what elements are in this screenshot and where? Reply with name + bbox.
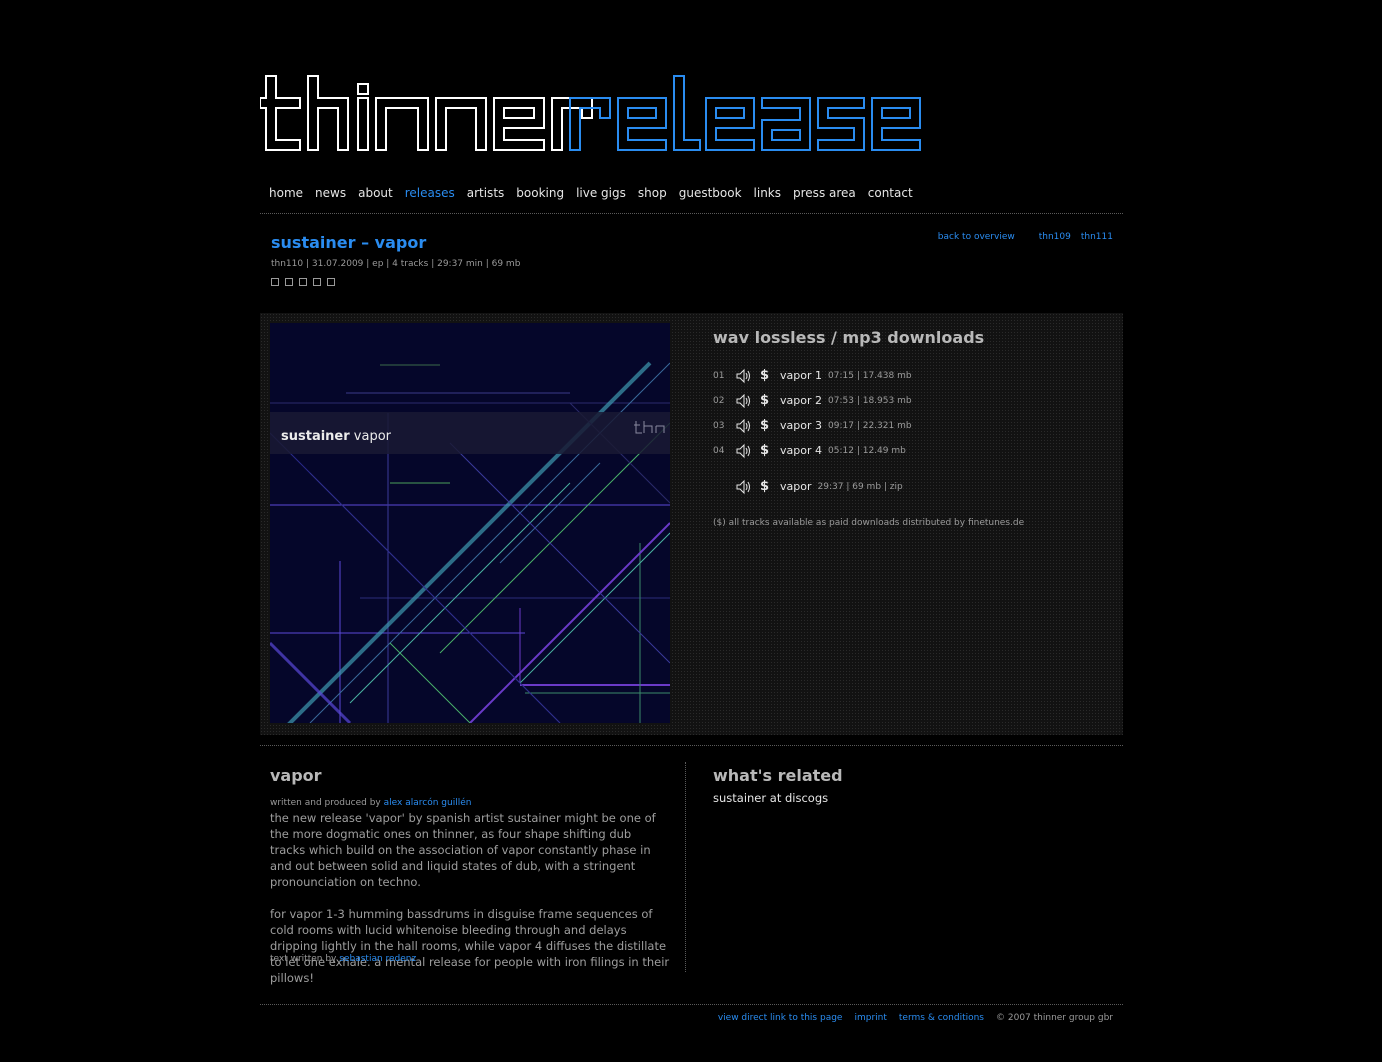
nav-links[interactable]: links bbox=[754, 186, 781, 200]
nav-shop[interactable]: shop bbox=[638, 186, 667, 200]
about-title: vapor bbox=[270, 766, 322, 785]
imprint-link[interactable]: imprint bbox=[854, 1013, 886, 1023]
author-link[interactable]: sebastian redenz bbox=[339, 954, 416, 964]
nav-news[interactable]: news bbox=[315, 186, 346, 200]
share-icon[interactable] bbox=[285, 278, 293, 286]
credit-prefix: written and produced by bbox=[270, 798, 381, 808]
cover-title: sustainer vapor bbox=[281, 429, 391, 444]
nav-home[interactable]: home bbox=[269, 186, 303, 200]
nav-contact[interactable]: contact bbox=[868, 186, 913, 200]
nav-booking[interactable]: booking bbox=[516, 186, 564, 200]
speaker-icon[interactable] bbox=[736, 443, 752, 458]
description-paragraph: the new release 'vapor' by spanish artis… bbox=[270, 811, 656, 889]
next-release-link[interactable]: thn111 bbox=[1081, 232, 1113, 242]
track-name[interactable]: vapor 4 bbox=[780, 444, 822, 457]
full-release-name[interactable]: vapor bbox=[780, 480, 812, 493]
track-row: 01 $ vapor 1 07:15 | 17.438 mb bbox=[713, 363, 912, 388]
track-row: 04 $ vapor 4 05:12 | 12.49 mb bbox=[713, 438, 912, 463]
release-meta: thn110 | 31.07.2009 | ep | 4 tracks | 29… bbox=[271, 259, 521, 269]
cover-artist: sustainer bbox=[281, 429, 350, 444]
direct-link[interactable]: view direct link to this page bbox=[718, 1013, 843, 1023]
divider bbox=[260, 1004, 1123, 1005]
back-to-overview-link[interactable]: back to overview bbox=[938, 232, 1015, 242]
share-icon[interactable] bbox=[313, 278, 321, 286]
release-pager: back to overview thn109 thn111 bbox=[938, 232, 1113, 242]
cover-art: sustainer vapor bbox=[270, 323, 670, 723]
credit-prefix: text written by bbox=[270, 954, 337, 964]
track-number: 04 bbox=[713, 445, 725, 456]
track-row: 03 $ vapor 3 09:17 | 22.321 mb bbox=[713, 413, 912, 438]
track-number: 03 bbox=[713, 420, 725, 431]
discogs-link[interactable]: sustainer at discogs bbox=[713, 791, 828, 805]
copyright: © 2007 thinner group gbr bbox=[996, 1013, 1113, 1023]
nav-guestbook[interactable]: guestbook bbox=[679, 186, 742, 200]
nav-about[interactable]: about bbox=[358, 186, 393, 200]
downloads-title: wav lossless / mp3 downloads bbox=[713, 328, 985, 347]
track-info: 05:12 | 12.49 mb bbox=[828, 445, 906, 456]
text-credit: text written by sebastian redenz bbox=[270, 954, 416, 964]
main-nav: home news about releases artists booking… bbox=[269, 186, 925, 200]
buy-dollar-icon[interactable]: $ bbox=[760, 418, 769, 433]
logo-thinner bbox=[260, 75, 593, 151]
cover-artwork-lines bbox=[270, 323, 670, 723]
nav-artists[interactable]: artists bbox=[467, 186, 505, 200]
track-number: 01 bbox=[713, 370, 725, 381]
speaker-icon[interactable] bbox=[736, 418, 752, 433]
nav-press-area[interactable]: press area bbox=[793, 186, 856, 200]
speaker-icon[interactable] bbox=[736, 368, 752, 383]
buy-dollar-icon[interactable]: $ bbox=[760, 479, 769, 494]
prev-release-link[interactable]: thn109 bbox=[1039, 232, 1071, 242]
full-release-row: $ vapor 29:37 | 69 mb | zip bbox=[713, 474, 912, 499]
track-row: 02 $ vapor 2 07:53 | 18.953 mb bbox=[713, 388, 912, 413]
producer-link[interactable]: alex alarcón guillén bbox=[384, 798, 472, 808]
track-info: 07:53 | 18.953 mb bbox=[828, 395, 912, 406]
track-list: 01 $ vapor 1 07:15 | 17.438 mb 02 $ vapo… bbox=[713, 363, 912, 499]
related-title: what's related bbox=[713, 766, 843, 785]
speaker-icon[interactable] bbox=[736, 393, 752, 408]
downloads-note: ($) all tracks available as paid downloa… bbox=[713, 518, 1025, 528]
release-title: sustainer – vapor bbox=[271, 233, 427, 252]
logo-releases bbox=[569, 75, 921, 151]
track-info: 09:17 | 22.321 mb bbox=[828, 420, 912, 431]
footer: view direct link to this page imprint te… bbox=[718, 1013, 1113, 1023]
track-name[interactable]: vapor 1 bbox=[780, 369, 822, 382]
buy-dollar-icon[interactable]: $ bbox=[760, 443, 769, 458]
producer-credit: written and produced by alex alarcón gui… bbox=[270, 798, 471, 808]
site-logo[interactable] bbox=[260, 74, 930, 154]
track-number: 02 bbox=[713, 395, 725, 406]
track-name[interactable]: vapor 3 bbox=[780, 419, 822, 432]
cover-release-name: vapor bbox=[353, 429, 392, 444]
share-icon[interactable] bbox=[271, 278, 279, 286]
share-icon[interactable] bbox=[327, 278, 335, 286]
track-name[interactable]: vapor 2 bbox=[780, 394, 822, 407]
buy-dollar-icon[interactable]: $ bbox=[760, 368, 769, 383]
divider bbox=[260, 213, 1123, 214]
share-icons bbox=[271, 278, 335, 286]
track-info: 07:15 | 17.438 mb bbox=[828, 370, 912, 381]
divider bbox=[260, 745, 1123, 746]
nav-releases[interactable]: releases bbox=[405, 186, 455, 200]
terms-link[interactable]: terms & conditions bbox=[899, 1013, 984, 1023]
full-release-info: 29:37 | 69 mb | zip bbox=[817, 481, 903, 492]
speaker-icon[interactable] bbox=[736, 479, 752, 494]
column-divider bbox=[685, 762, 686, 972]
buy-dollar-icon[interactable]: $ bbox=[760, 393, 769, 408]
nav-live-gigs[interactable]: live gigs bbox=[576, 186, 626, 200]
description-paragraph: for vapor 1-3 humming bassdrums in disgu… bbox=[270, 907, 670, 985]
share-icon[interactable] bbox=[299, 278, 307, 286]
